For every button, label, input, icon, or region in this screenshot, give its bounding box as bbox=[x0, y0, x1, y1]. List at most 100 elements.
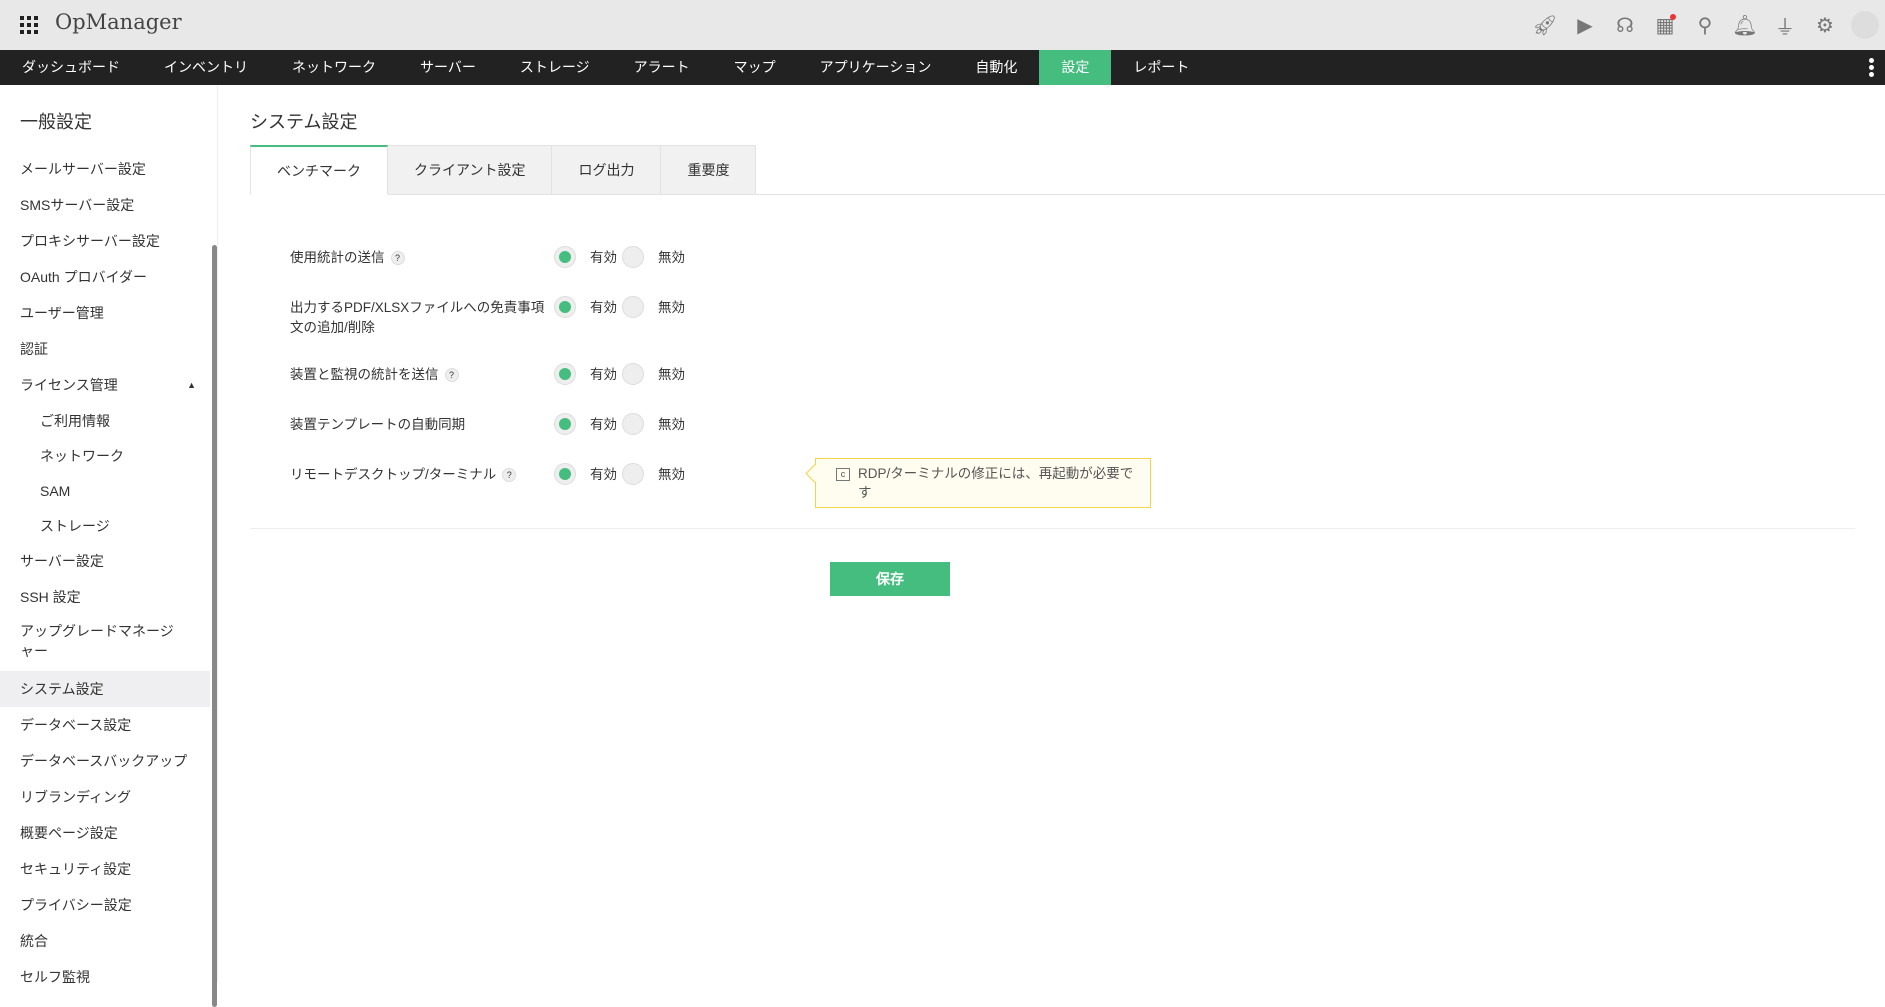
tab[interactable]: 重要度 bbox=[661, 145, 757, 195]
radio-enable[interactable] bbox=[554, 363, 576, 385]
collapse-caret-icon[interactable]: ▲ bbox=[187, 367, 196, 403]
radio-enable[interactable] bbox=[554, 463, 576, 485]
sidebar-item[interactable]: SSH 設定 bbox=[0, 579, 210, 615]
sidebar-item[interactable]: システム設定 bbox=[0, 671, 210, 707]
plug-icon[interactable]: ⏚ bbox=[1765, 0, 1805, 50]
gift-icon[interactable]: ▦ bbox=[1645, 0, 1685, 50]
nav-item[interactable]: アプリケーション bbox=[798, 50, 954, 85]
radio-enable[interactable] bbox=[554, 246, 576, 268]
sidebar-item-label: OAuth プロバイダー bbox=[20, 269, 148, 285]
tooltip-text: RDP/ターミナルの修正には、再起動が必要です bbox=[858, 466, 1134, 500]
radio-disable[interactable] bbox=[622, 463, 644, 485]
avatar[interactable] bbox=[1851, 11, 1879, 39]
help-icon[interactable]: ? bbox=[390, 251, 405, 266]
sidebar-item[interactable]: セキュリティ設定 bbox=[0, 851, 210, 887]
sidebar-item[interactable]: SAM bbox=[0, 473, 210, 509]
sidebar-item[interactable]: 認証 bbox=[0, 331, 210, 367]
sidebar-item[interactable]: OAuth プロバイダー bbox=[0, 259, 210, 295]
sidebar-item-label: プライバシー設定 bbox=[20, 897, 132, 913]
app-title: OpManager bbox=[55, 10, 182, 34]
save-button[interactable]: 保存 bbox=[830, 562, 950, 596]
radio-disable[interactable] bbox=[622, 246, 644, 268]
nav-item[interactable]: ストレージ bbox=[498, 50, 612, 85]
radio-disable[interactable] bbox=[622, 413, 644, 435]
sidebar-item-label: 概要ページ設定 bbox=[20, 825, 118, 841]
divider bbox=[250, 528, 1855, 529]
sidebar-item[interactable]: ご利用情報 bbox=[0, 403, 210, 439]
radio-label: 有効 bbox=[590, 467, 617, 482]
radio-enable[interactable] bbox=[554, 296, 576, 318]
sidebar-item-label: プロキシサーバー設定 bbox=[20, 233, 160, 249]
sidebar-item[interactable]: セルフ監視 bbox=[0, 959, 210, 995]
sidebar-item-label: SMSサーバー設定 bbox=[20, 197, 135, 213]
main-nav: ダッシュボード インベントリ ネットワーク サーバー ストレージ アラート マップ アプリケー… bbox=[0, 50, 1885, 85]
sidebar-item[interactable]: ユーザー管理 bbox=[0, 295, 210, 331]
sidebar-item-label: ライセンス管理 bbox=[20, 377, 118, 393]
sidebar-item[interactable]: データベース設定 bbox=[0, 707, 210, 743]
sidebar-item-label: ストレージ bbox=[40, 518, 110, 534]
app-grid-icon[interactable] bbox=[20, 16, 38, 34]
nav-item[interactable]: 設定 bbox=[1039, 50, 1112, 85]
help-icon[interactable]: ? bbox=[502, 468, 517, 483]
radio-label: 無効 bbox=[658, 467, 685, 482]
radio-disable[interactable] bbox=[622, 296, 644, 318]
sidebar-item-label: システム設定 bbox=[20, 681, 104, 697]
radio-label: 有効 bbox=[590, 367, 617, 382]
sidebar-item-label: データベースバックアップ bbox=[20, 753, 188, 769]
top-header: OpManager 🚀︎ ▶ ☊ ▦ ⚲ 🔔︎ ⏚ ⚙ bbox=[0, 0, 1885, 50]
nav-item[interactable]: インベントリ bbox=[142, 50, 270, 85]
monitor-icon: c bbox=[836, 468, 850, 481]
sidebar-item-label: SAM bbox=[40, 483, 71, 499]
sidebar-item[interactable]: プロキシサーバー設定 bbox=[0, 223, 210, 259]
headset-icon[interactable]: ☊ bbox=[1605, 0, 1645, 50]
setting-label: 装置と監視の統計を送信? bbox=[290, 365, 550, 385]
sidebar-item[interactable]: 概要ページ設定 bbox=[0, 815, 210, 851]
nav-item[interactable]: サーバー bbox=[398, 50, 498, 85]
sidebar-item-label: セキュリティ設定 bbox=[20, 861, 132, 877]
nav-item[interactable]: ダッシュボード bbox=[0, 50, 142, 85]
nav-item[interactable]: レポート bbox=[1111, 50, 1211, 85]
tab[interactable]: クライアント設定 bbox=[388, 145, 553, 195]
rocket-icon[interactable]: 🚀︎ bbox=[1525, 0, 1565, 50]
sidebar-item[interactable]: 統合 bbox=[0, 923, 210, 959]
sidebar-item[interactable]: データベースバックアップ bbox=[0, 743, 210, 779]
sidebar-item-label: ご利用情報 bbox=[40, 413, 110, 429]
nav-item[interactable]: アラート bbox=[612, 50, 712, 85]
nav-item[interactable]: マップ bbox=[712, 50, 798, 85]
sidebar-item[interactable]: ネットワーク bbox=[0, 438, 210, 474]
sidebar-item-label: メールサーバー設定 bbox=[20, 161, 146, 177]
nav-item[interactable]: 自動化 bbox=[953, 50, 1039, 85]
more-menu-icon[interactable] bbox=[1869, 58, 1875, 79]
sidebar-item[interactable]: ライセンス管理 ▲ bbox=[0, 367, 210, 403]
presentation-icon[interactable]: ▶ bbox=[1565, 0, 1605, 50]
tab[interactable]: ログ出力 bbox=[552, 145, 662, 195]
tab-bar: ベンチマーク クライアント設定 ログ出力 重要度 bbox=[250, 145, 1885, 195]
radio-label: 有効 bbox=[590, 300, 617, 315]
sidebar-item[interactable]: ストレージ bbox=[0, 508, 210, 544]
sidebar-scrollbar[interactable] bbox=[212, 245, 217, 1007]
tab[interactable]: ベンチマーク bbox=[250, 145, 388, 195]
sidebar-item[interactable]: SMSサーバー設定 bbox=[0, 187, 210, 223]
sidebar-item-label: リブランディング bbox=[20, 789, 132, 805]
radio-label: 無効 bbox=[658, 250, 685, 265]
nav-item[interactable]: ネットワーク bbox=[270, 50, 398, 85]
radio-label: 無効 bbox=[658, 417, 685, 432]
gear-icon[interactable]: ⚙ bbox=[1805, 0, 1845, 50]
sidebar-item[interactable]: プライバシー設定 bbox=[0, 887, 210, 923]
sidebar-item-label: 認証 bbox=[20, 341, 48, 357]
page-title: システム設定 bbox=[250, 112, 358, 132]
bell-icon[interactable]: 🔔︎ bbox=[1725, 0, 1765, 50]
sidebar-item[interactable]: メールサーバー設定 bbox=[0, 151, 210, 187]
radio-label: 無効 bbox=[658, 367, 685, 382]
sidebar-item-label: データベース設定 bbox=[20, 717, 132, 733]
radio-disable[interactable] bbox=[622, 363, 644, 385]
sidebar-item-label: ユーザー管理 bbox=[20, 305, 104, 321]
sidebar-item[interactable]: リブランディング bbox=[0, 779, 210, 815]
help-icon[interactable]: ? bbox=[444, 368, 459, 383]
search-icon[interactable]: ⚲ bbox=[1685, 0, 1725, 50]
radio-enable[interactable] bbox=[554, 413, 576, 435]
sidebar-item[interactable]: サーバー設定 bbox=[0, 543, 210, 579]
setting-label: リモートデスクトップ/ターミナル? bbox=[290, 465, 550, 485]
sidebar-item-label: セルフ監視 bbox=[20, 969, 90, 985]
sidebar-item[interactable]: アップグレードマネージャー bbox=[0, 615, 180, 671]
